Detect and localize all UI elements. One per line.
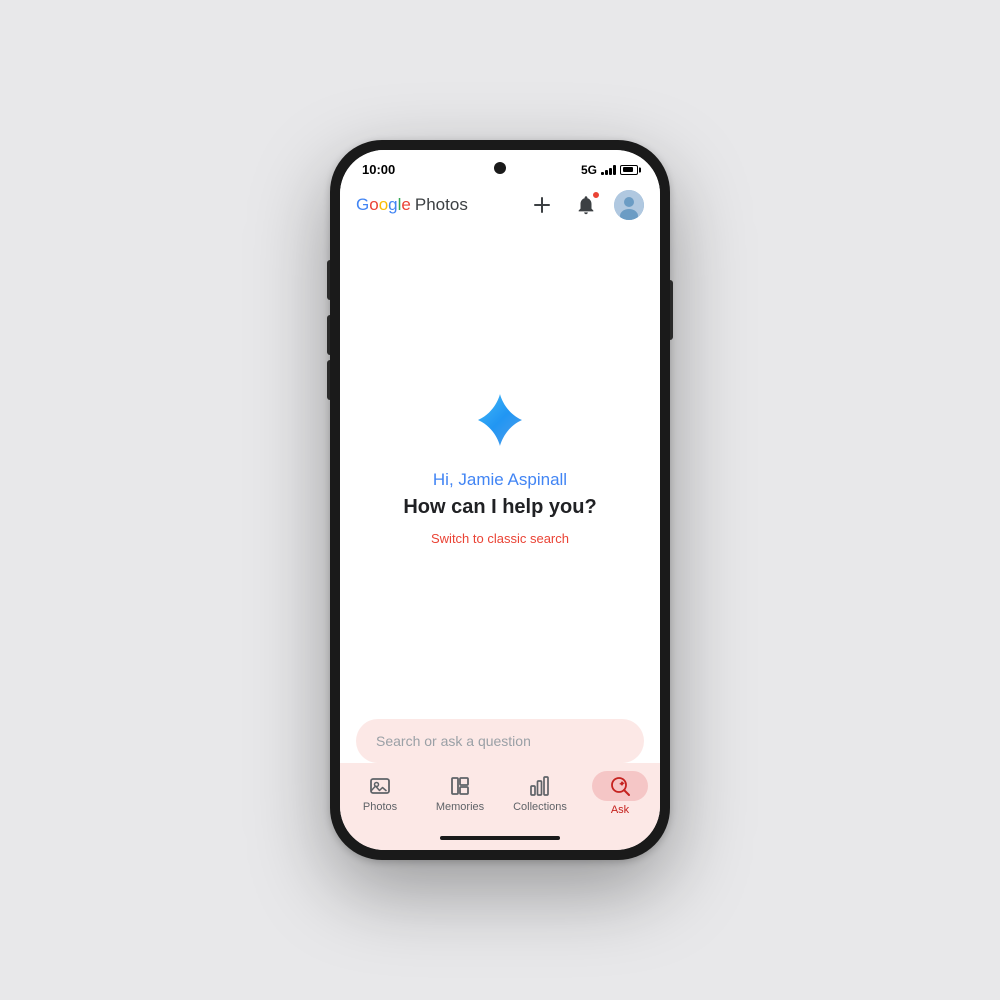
status-bar: 10:00 5G: [340, 150, 660, 181]
search-area: Search or ask a question: [340, 707, 660, 763]
signal-bars-icon: [601, 164, 616, 175]
signal-text: 5G: [581, 163, 597, 177]
nav-item-collections[interactable]: Collections: [500, 774, 580, 813]
status-time: 10:00: [362, 162, 395, 177]
bottom-nav: Photos Memories: [340, 763, 660, 826]
add-button[interactable]: [526, 189, 558, 221]
collections-icon: [528, 774, 552, 798]
switch-search-link[interactable]: Switch to classic search: [431, 531, 569, 546]
greeting-text: Hi, Jamie Aspinall: [433, 470, 567, 490]
help-text: How can I help you?: [403, 496, 596, 519]
nav-item-memories[interactable]: Memories: [420, 774, 500, 813]
battery-icon: [620, 165, 638, 175]
nav-item-photos[interactable]: Photos: [340, 774, 420, 813]
search-placeholder: Search or ask a question: [376, 733, 624, 749]
status-icons: 5G: [581, 163, 638, 177]
nav-label-photos: Photos: [363, 801, 397, 813]
home-indicator: [340, 826, 660, 850]
phone-frame: 10:00 5G Google Photos: [330, 140, 670, 860]
main-content: Hi, Jamie Aspinall How can I help you? S…: [340, 229, 660, 707]
photos-logo-text: Photos: [415, 195, 468, 215]
ai-sparkle-icon: [470, 390, 530, 470]
notification-button[interactable]: [570, 189, 602, 221]
phone-screen: 10:00 5G Google Photos: [340, 150, 660, 850]
google-logo-text: Google: [356, 195, 411, 215]
nav-label-collections: Collections: [513, 801, 567, 813]
search-bar[interactable]: Search or ask a question: [356, 719, 644, 763]
ask-icon: [608, 774, 632, 798]
photos-icon: [368, 774, 392, 798]
nav-label-memories: Memories: [436, 801, 484, 813]
nav-item-ask[interactable]: Ask: [580, 771, 660, 816]
app-bar-actions: [526, 189, 644, 221]
app-logo: Google Photos: [356, 195, 468, 215]
memories-icon: [448, 774, 472, 798]
notification-dot: [592, 191, 600, 199]
nav-label-ask: Ask: [611, 804, 629, 816]
avatar[interactable]: [614, 190, 644, 220]
home-bar: [440, 836, 560, 840]
app-bar: Google Photos: [340, 181, 660, 229]
camera-notch: [494, 162, 506, 174]
ask-icon-wrap: [592, 771, 648, 801]
